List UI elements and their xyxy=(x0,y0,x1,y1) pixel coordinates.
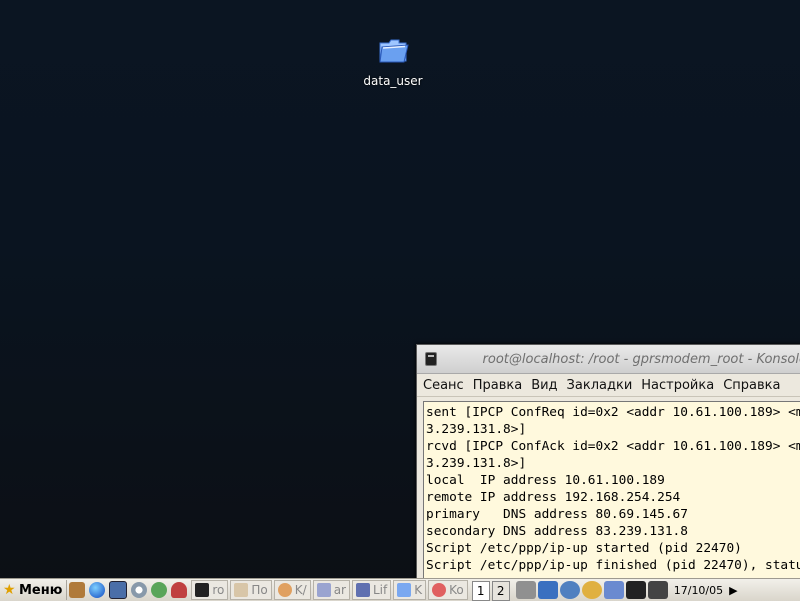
telescope-icon[interactable] xyxy=(603,581,624,599)
scroll-right-icon[interactable]: ▶ xyxy=(729,584,737,597)
start-menu-button[interactable]: ★ Меню xyxy=(0,580,68,600)
terminal-line: Script /etc/ppp/ip-up started (pid 22470… xyxy=(426,541,742,556)
terminal-line: Script /etc/ppp/ip-up finished (pid 2247… xyxy=(426,558,800,573)
clock-icon xyxy=(277,583,292,597)
task-label: K xyxy=(414,583,423,597)
task-kalarm[interactable]: K/ xyxy=(273,580,311,600)
notes-icon xyxy=(234,583,249,597)
task-label: Ko xyxy=(449,583,464,597)
task-konsole[interactable]: ro xyxy=(191,580,229,600)
taskbar: ★ Меню ro По K/ ar Lif K Ko 1 2 17/10/05… xyxy=(0,578,800,601)
daemon-icon[interactable] xyxy=(171,582,188,598)
terminal-icon xyxy=(195,583,210,597)
star-icon: ★ xyxy=(3,582,16,598)
task-fish[interactable]: Ko xyxy=(428,580,468,600)
task-label: Lif xyxy=(372,583,388,597)
terminal-line: rcvd [IPCP ConfAck id=0x2 <addr 10.61.10… xyxy=(426,439,800,454)
terminal-line: 3.239.131.8>] xyxy=(426,422,527,437)
key-icon xyxy=(316,583,331,597)
tools-icon[interactable] xyxy=(515,581,536,599)
task-monitor[interactable]: Lif xyxy=(351,580,392,600)
network-icon[interactable] xyxy=(151,582,168,598)
compass-icon[interactable] xyxy=(131,582,148,598)
menu-bar: Сеанс Правка Вид Закладки Настройка Спра… xyxy=(417,374,800,397)
menu-bookmarks[interactable]: Закладки xyxy=(567,378,633,393)
start-menu-label: Меню xyxy=(19,582,63,598)
terminal-output[interactable]: sent [IPCP ConfReq id=0x2 <addr 10.61.10… xyxy=(423,401,800,581)
system-tray xyxy=(515,581,670,599)
keyboard-icon[interactable] xyxy=(625,581,646,599)
window-titlebar[interactable]: root@localhost: /root - gprsmodem_root -… xyxy=(417,345,800,374)
task-label: ar xyxy=(333,583,346,597)
clock-date[interactable]: 17/10/05 xyxy=(674,584,723,597)
globe-icon[interactable] xyxy=(89,582,106,598)
display-icon[interactable] xyxy=(537,581,558,599)
task-label: По xyxy=(251,583,268,597)
gauge-icon[interactable] xyxy=(647,581,668,599)
volume-icon[interactable] xyxy=(559,581,580,599)
terminal-line: secondary DNS address 83.239.131.8 xyxy=(426,524,688,539)
alarm-icon[interactable] xyxy=(581,581,602,599)
terminal-line: local IP address 10.61.100.189 xyxy=(426,473,665,488)
terminal-line: sent [IPCP ConfReq id=0x2 <addr 10.61.10… xyxy=(426,405,800,420)
task-label: K/ xyxy=(294,583,307,597)
desktop-1-button[interactable]: 1 xyxy=(471,581,490,601)
desktop-pager: 1 2 xyxy=(471,581,512,601)
fish-icon xyxy=(432,583,447,597)
home-icon[interactable] xyxy=(69,582,86,598)
folder-icon xyxy=(397,583,412,597)
window-title: root@localhost: /root - gprsmodem_root -… xyxy=(482,351,800,367)
desktop-2-button[interactable]: 2 xyxy=(491,581,510,601)
terminal-icon[interactable] xyxy=(425,352,437,366)
desktop-icon-data-user[interactable]: data_user xyxy=(356,34,430,88)
menu-settings[interactable]: Настройка xyxy=(641,378,714,393)
monitor-icon xyxy=(355,583,370,597)
desktop-icon-label: data_user xyxy=(363,74,423,88)
menu-session[interactable]: Сеанс xyxy=(423,378,464,393)
task-label: ro xyxy=(212,583,225,597)
image-icon[interactable] xyxy=(109,581,128,599)
task-notes[interactable]: По xyxy=(230,580,272,600)
terminal-line: remote IP address 192.168.254.254 xyxy=(426,490,681,505)
task-keys[interactable]: ar xyxy=(312,580,350,600)
menu-help[interactable]: Справка xyxy=(723,378,780,393)
konsole-window: root@localhost: /root - gprsmodem_root -… xyxy=(416,344,800,582)
menu-view[interactable]: Вид xyxy=(531,378,557,393)
task-konqueror[interactable]: K xyxy=(393,580,427,600)
menu-edit[interactable]: Правка xyxy=(473,378,522,393)
terminal-line: primary DNS address 80.69.145.67 xyxy=(426,507,688,522)
folder-icon xyxy=(377,34,409,66)
terminal-line: 3.239.131.8>] xyxy=(426,456,527,471)
